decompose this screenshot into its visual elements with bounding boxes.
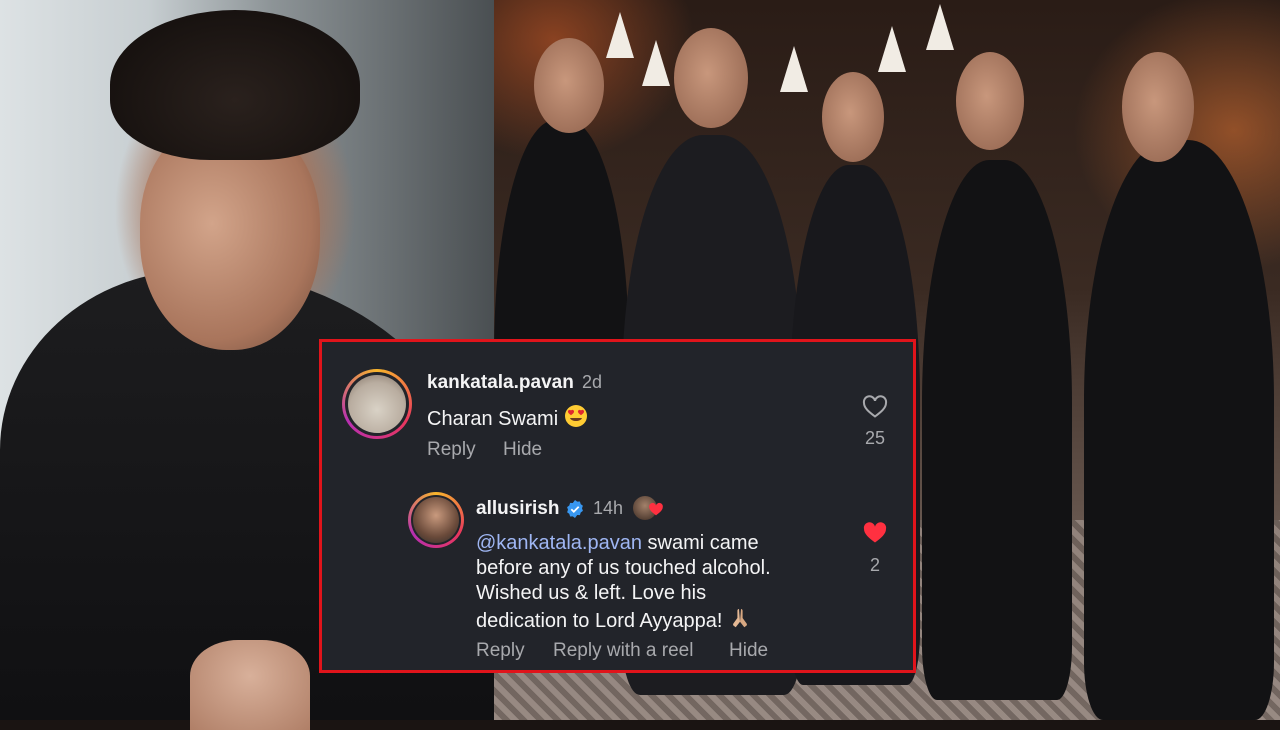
comment-card: kankatala.pavan 2d Charan Swami Reply Hi… (319, 339, 916, 673)
reply-mention[interactable]: @kankatala.pavan (476, 532, 642, 554)
person-head (956, 52, 1024, 150)
heart-filled-icon[interactable] (862, 521, 888, 545)
hide-button[interactable]: Hide (729, 640, 768, 662)
comment-time: 2d (582, 372, 603, 392)
person-head (1122, 52, 1194, 162)
comment-body: Charan Swami (427, 408, 559, 430)
comment-text: Charan Swami (427, 404, 588, 432)
hide-button[interactable]: Hide (503, 439, 542, 461)
decor-candle (606, 12, 634, 58)
person-head (822, 72, 884, 162)
reply-text-line: swami came (641, 532, 759, 554)
person-head (674, 28, 748, 128)
folded-hands-emoji-icon (733, 609, 748, 628)
person-figure (1084, 140, 1274, 720)
person-head (534, 38, 604, 133)
reply-text-line: dedication to Lord Ayyappa! (476, 610, 723, 632)
reply-button[interactable]: Reply (476, 640, 525, 662)
decor-candle (878, 26, 906, 72)
reply-text: @kankatala.pavan swami came before any o… (476, 531, 856, 634)
creator-liked-badge (632, 495, 668, 521)
verified-badge-icon (567, 500, 583, 518)
reply-time: 14h (593, 498, 624, 518)
reply-username[interactable]: allusirish (476, 498, 559, 520)
like-count: 25 (864, 428, 886, 448)
decor-candle (926, 4, 954, 50)
commenter-avatar[interactable] (342, 369, 412, 439)
reply-with-reel-button[interactable]: Reply with a reel (553, 640, 693, 662)
decor-candle (642, 40, 670, 86)
person-figure (922, 160, 1072, 700)
heart-eyes-emoji-icon (564, 405, 587, 427)
heart-outline-icon[interactable] (862, 395, 888, 419)
reply-text-line: before any of us touched alcohol. (476, 557, 771, 579)
reply-like-count: 2 (869, 555, 880, 575)
person-hands (190, 640, 310, 730)
decor-candle (780, 46, 808, 92)
reply-button[interactable]: Reply (427, 439, 476, 461)
reply-avatar[interactable] (408, 492, 464, 548)
comment-username[interactable]: kankatala.pavan (427, 372, 574, 394)
reply-text-line: Wished us & left. Love his (476, 582, 707, 604)
person-hair (110, 10, 360, 160)
